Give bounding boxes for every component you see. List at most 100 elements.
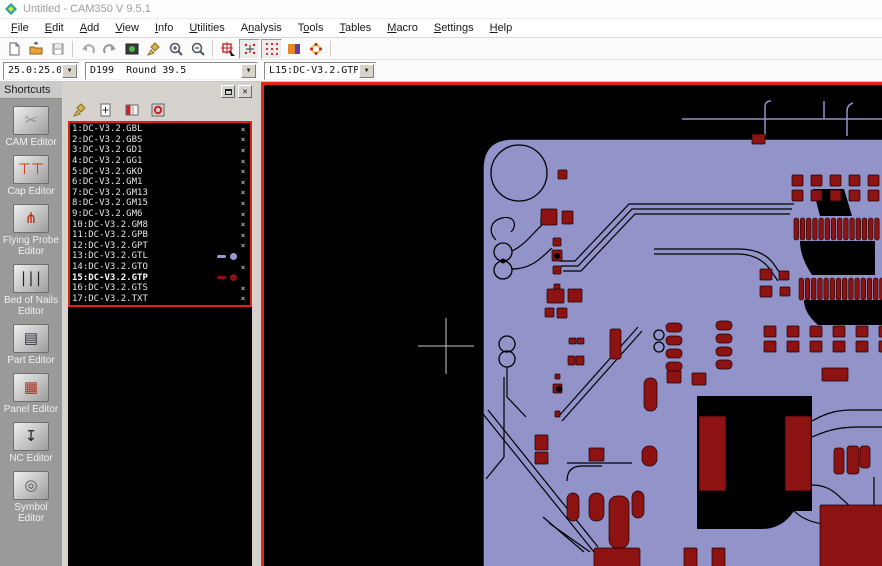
close-icon: ✕ [242,88,248,96]
layer-off-mark[interactable]: × [238,135,248,144]
layer-off-mark[interactable]: × [238,178,248,187]
active-layer-select[interactable]: L15:DC-V3.2.GTP ▼ [264,62,376,80]
layer-row[interactable]: 7:DC-V3.2.GM13 × [72,188,248,199]
layer-row[interactable]: 10:DC-V3.2.GM8 × [72,219,248,230]
shortcut-item[interactable]: ⋔ Flying Probe Editor [0,204,62,257]
layers-table-icon[interactable] [123,102,140,119]
grid-select[interactable]: 25.0:25.0 ▼ [3,62,79,80]
menu-item[interactable]: Help [482,20,521,36]
layer-row[interactable]: 16:DC-V3.2.GTS × [72,283,248,294]
panel-rollup-button[interactable] [221,85,235,98]
layer-row[interactable]: 6:DC-V3.2.GM1 × [72,177,248,188]
layer-row[interactable]: 13:DC-V3.2.GTL [72,251,248,262]
chevron-down-icon[interactable]: ▼ [241,64,256,78]
layer-off-mark[interactable]: × [238,231,248,240]
shortcut-item[interactable]: ⊤⊤ Cap Editor [0,155,62,197]
menu-item[interactable]: Analysis [233,20,290,36]
panel-close-button[interactable]: ✕ [238,85,252,98]
layer-row[interactable]: 4:DC-V3.2.GG1 × [72,156,248,167]
layer-off-mark[interactable]: × [238,125,248,134]
layer-row[interactable]: 15:DC-V3.2.GTP [72,272,248,283]
layer-row[interactable]: 1:DC-V3.2.GBL × [72,124,248,135]
layer-name: 6:DC-V3.2.GM1 [72,177,238,187]
layer-row[interactable]: 14:DC-V3.2.GTO × [72,262,248,273]
redraw-icon[interactable] [71,102,88,119]
layer-row[interactable]: 3:DC-V3.2.GD1 × [72,145,248,156]
layer-flash-color-swatch[interactable] [230,274,237,281]
layer-name: 11:DC-V3.2.GPB [72,230,238,240]
shortcut-item[interactable]: ▦ Panel Editor [0,373,62,415]
layer-off-mark[interactable]: × [238,241,248,250]
layer-row[interactable]: 9:DC-V3.2.GM6 × [72,209,248,220]
menu-item[interactable]: Info [147,20,181,36]
layer-off-mark[interactable]: × [238,167,248,176]
layer-row[interactable]: 5:DC-V3.2.GKO × [72,166,248,177]
layer-name: 4:DC-V3.2.GG1 [72,156,238,166]
add-layers-icon[interactable] [97,102,114,119]
layer-row[interactable]: 17:DC-V3.2.TXT × [72,294,248,305]
screen-capture-icon[interactable] [121,39,142,59]
highlight-net-icon[interactable] [305,39,326,59]
clear-icon[interactable] [143,39,164,59]
layer-colors-icon[interactable] [149,102,166,119]
origin-crosshair-icon[interactable] [217,39,238,59]
menu-item[interactable]: Macro [379,20,426,36]
layer-off-mark[interactable]: × [238,263,248,272]
menu-item[interactable]: Utilities [181,20,232,36]
shortcut-item[interactable]: ✂ CAM Editor [0,106,62,148]
layer-row[interactable]: 11:DC-V3.2.GPB × [72,230,248,241]
shortcut-item[interactable]: ∣∣∣ Bed of Nails Editor [0,264,62,317]
redo-icon[interactable] [99,39,120,59]
layer-off-mark[interactable]: × [238,188,248,197]
window-title: Untitled - CAM350 V 9.5.1 [23,3,151,15]
layer-name: 13:DC-V3.2.GTL [72,251,217,261]
undo-icon[interactable] [77,39,98,59]
layer-off-mark[interactable]: × [238,199,248,208]
new-file-icon[interactable] [3,39,24,59]
layer-off-mark[interactable]: × [238,294,248,303]
layer-row[interactable]: 12:DC-V3.2.GPT × [72,241,248,252]
shortcut-item[interactable]: ◎ Symbol Editor [0,471,62,524]
menu-item[interactable]: Edit [37,20,72,36]
layers-panel-titlebar[interactable]: ✕ [68,84,252,99]
layer-colors-icon[interactable] [283,39,304,59]
open-icon[interactable] [25,39,46,59]
dcode-select[interactable]: D199 Round 39.5 ▼ [85,62,258,80]
layer-name: 2:DC-V3.2.GBS [72,135,238,145]
grid-snap-icon[interactable] [239,39,260,59]
zoom-in-icon[interactable] [165,39,186,59]
chevron-down-icon[interactable]: ▼ [359,64,374,78]
layer-draw-color-swatch[interactable] [217,276,226,279]
layer-draw-color-swatch[interactable] [217,255,226,258]
layer-off-mark[interactable]: × [238,146,248,155]
chevron-down-icon[interactable]: ▼ [62,64,77,78]
shortcut-label: Symbol Editor [0,502,62,524]
pcb-canvas[interactable] [261,82,882,566]
layer-off-mark[interactable]: × [238,220,248,229]
menu-item[interactable]: File [3,20,37,36]
toolbar-separator [330,41,331,57]
layer-off-mark[interactable]: × [238,284,248,293]
layer-row[interactable]: 2:DC-V3.2.GBS × [72,135,248,146]
menu-item[interactable]: View [107,20,147,36]
menu-item[interactable]: Tables [331,20,379,36]
layer-off-mark[interactable]: × [238,210,248,219]
layer-row[interactable]: 8:DC-V3.2.GM15 × [72,198,248,209]
layer-name: 9:DC-V3.2.GM6 [72,209,238,219]
menu-item[interactable]: Add [72,20,108,36]
shortcuts-header: Shortcuts [0,82,62,99]
layer-flash-color-swatch[interactable] [230,253,237,260]
dcode-select-value: D199 Round 39.5 [86,65,240,76]
layer-name: 7:DC-V3.2.GM13 [72,188,238,198]
shortcut-item[interactable]: ↧ NC Editor [0,422,62,464]
save-icon[interactable] [47,39,68,59]
pcb-canvas-svg[interactable] [264,85,882,566]
grid-dots-icon[interactable] [261,39,282,59]
layer-name: 12:DC-V3.2.GPT [72,241,238,251]
zoom-out-icon[interactable] [187,39,208,59]
menu-item[interactable]: Settings [426,20,482,36]
shortcuts-list: ✂ CAM Editor ⊤⊤ Cap Editor ⋔ Flying Prob… [0,99,62,524]
layer-off-mark[interactable]: × [238,157,248,166]
shortcut-item[interactable]: ▤ Part Editor [0,324,62,366]
menu-item[interactable]: Tools [290,20,332,36]
